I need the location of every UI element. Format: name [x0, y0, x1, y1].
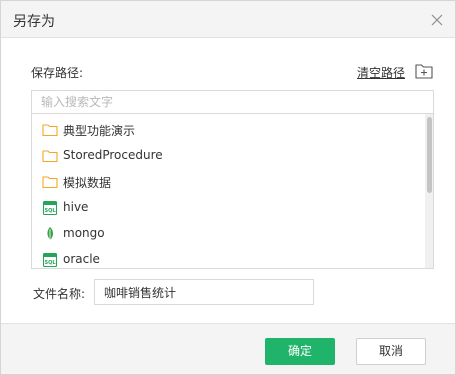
cancel-button[interactable]: 取消 [356, 338, 426, 365]
search-input[interactable] [31, 90, 434, 114]
tree-item-label: 典型功能演示 [63, 124, 136, 138]
tree-item-folder[interactable]: 模拟数据 [32, 169, 424, 195]
save-as-dialog: 另存为 保存路径: 清空路径 典型功能演示 [0, 0, 456, 375]
save-path-label: 保存路径: [31, 66, 84, 80]
tree-item-datasource[interactable]: SQL oracle [32, 247, 424, 268]
folder-icon [42, 122, 58, 138]
tree-item-label: oracle [63, 252, 100, 266]
file-name-input[interactable] [94, 279, 314, 305]
dialog-header: 另存为 [1, 1, 455, 38]
folder-icon [42, 174, 58, 190]
close-icon[interactable] [427, 10, 447, 30]
dialog-title: 另存为 [13, 14, 55, 30]
new-folder-icon[interactable] [414, 61, 434, 81]
sql-database-icon: SQL [42, 200, 58, 216]
confirm-button[interactable]: 确定 [265, 338, 335, 365]
tree-item-datasource[interactable]: SQL hive [32, 195, 424, 221]
sql-database-icon: SQL [42, 252, 58, 268]
tree-item-folder[interactable]: 典型功能演示 [32, 117, 424, 143]
svg-text:SQL: SQL [44, 260, 56, 266]
tree-item-label: StoredProcedure [63, 148, 163, 162]
tree-item-datasource[interactable]: mongo [32, 221, 424, 247]
file-name-label: 文件名称: [33, 287, 86, 301]
tree-item-label: mongo [63, 226, 105, 240]
dialog-footer: 确定 取消 [1, 323, 455, 374]
tree-item-folder[interactable]: StoredProcedure [32, 143, 424, 169]
folder-tree: 典型功能演示 StoredProcedure 模拟数据 SQL hive mon… [31, 114, 434, 269]
tree-item-label: 模拟数据 [63, 176, 112, 190]
folder-icon [42, 148, 58, 164]
tree-scrollbar-thumb[interactable] [427, 117, 432, 193]
mongo-leaf-icon [42, 226, 58, 242]
clear-path-link[interactable]: 清空路径 [357, 64, 405, 81]
tree-item-label: hive [63, 200, 89, 214]
svg-text:SQL: SQL [44, 208, 56, 214]
